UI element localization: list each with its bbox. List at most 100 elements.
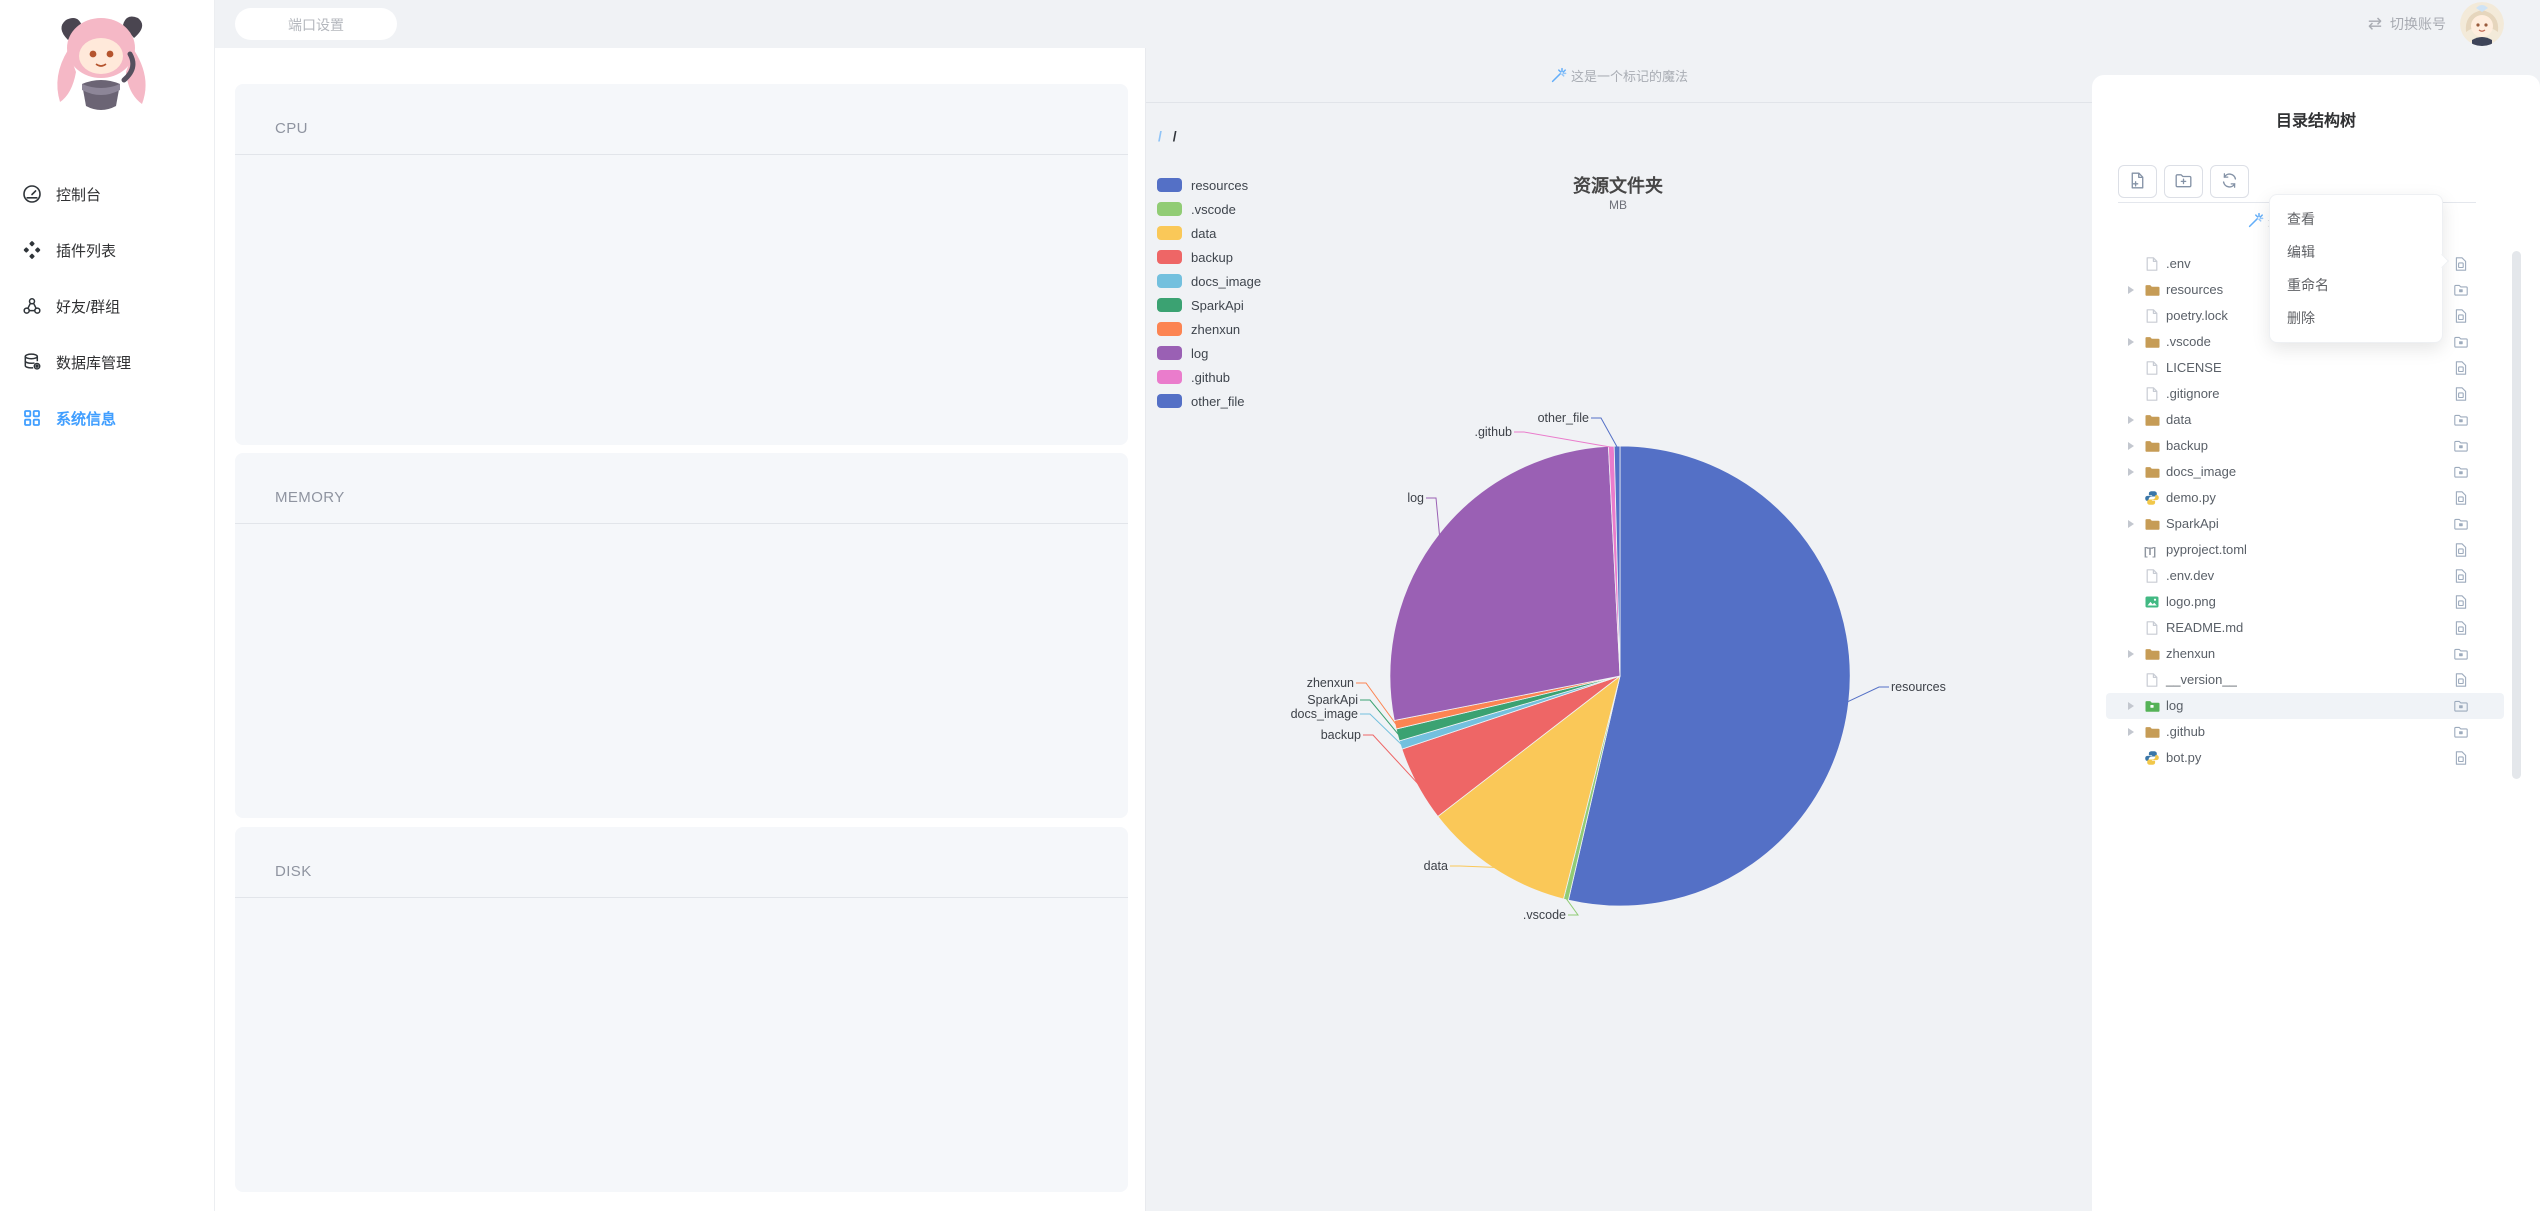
new-file-button[interactable] (2118, 165, 2157, 198)
expand-caret-icon[interactable] (2128, 468, 2134, 476)
sidebar: 控制台插件列表好友/群组数据库管理系统信息 (0, 0, 215, 1211)
copy-icon[interactable] (2453, 490, 2469, 506)
tree-row-pyproject.toml[interactable]: [T] pyproject.toml (2092, 537, 2540, 563)
pie-label-line (1450, 865, 1495, 868)
switch-account-icon: ⇄ (2367, 14, 2382, 33)
section-divider (1146, 102, 2092, 103)
sidebar-item-console[interactable]: 控制台 (0, 166, 215, 222)
copy-icon[interactable] (2453, 594, 2469, 610)
context-menu-item-1[interactable]: 查看 (2270, 203, 2442, 236)
card-cpu: CPU (235, 84, 1128, 445)
port-settings-button[interactable]: 端口设置 (235, 8, 397, 40)
tree-row-demo.py[interactable]: demo.py (2092, 485, 2540, 511)
tooltip-text: 这是一个标记的魔法 (1570, 68, 1688, 84)
copy-icon[interactable] (2453, 256, 2469, 272)
copy-icon[interactable] (2453, 672, 2469, 688)
file-icon (2144, 308, 2160, 324)
tree-row-__version__[interactable]: __version__ (2092, 667, 2540, 693)
tree-node-label: logo.png (2166, 594, 2216, 609)
tree-row-zhenxun[interactable]: zhenxun (2092, 641, 2540, 667)
tree-row-.gitignore[interactable]: .gitignore (2092, 381, 2540, 407)
pie-label: zhenxun (1307, 676, 1354, 690)
new-folder-icon (2174, 171, 2193, 193)
tree-row-.env.dev[interactable]: .env.dev (2092, 563, 2540, 589)
switch-account-button[interactable]: 切换账号 (2390, 14, 2446, 34)
copy-icon[interactable] (2453, 568, 2469, 584)
context-menu-item-4[interactable]: 删除 (2270, 302, 2442, 335)
context-menu-item-3[interactable]: 重命名 (2270, 269, 2442, 302)
tree-row-.github[interactable]: .github (2092, 719, 2540, 745)
copy-icon[interactable] (2453, 698, 2469, 714)
tree-node-label: data (2166, 412, 2192, 427)
tree-row-docs_image[interactable]: docs_image (2092, 459, 2540, 485)
expand-caret-icon[interactable] (2128, 286, 2134, 294)
copy-icon[interactable] (2453, 750, 2469, 766)
copy-icon[interactable] (2453, 360, 2469, 376)
copy-icon[interactable] (2453, 282, 2469, 298)
context-menu-item-2[interactable]: 编辑 (2270, 236, 2442, 269)
pie-label: log (1407, 491, 1424, 505)
tree-row-logo.png[interactable]: logo.png (2092, 589, 2540, 615)
pie-chart: resources .vscode data backup docs_image Spar… (1146, 160, 2090, 960)
copy-icon[interactable] (2453, 464, 2469, 480)
refresh-icon (2220, 171, 2239, 193)
copy-icon[interactable] (2453, 386, 2469, 402)
copy-icon[interactable] (2453, 308, 2469, 324)
copy-icon[interactable] (2453, 724, 2469, 740)
tree-row-backup[interactable]: backup (2092, 433, 2540, 459)
grid-icon (22, 408, 42, 428)
user-avatar[interactable] (2460, 2, 2504, 46)
expand-caret-icon[interactable] (2128, 728, 2134, 736)
sidebar-item-database[interactable]: 数据库管理 (0, 334, 215, 390)
breadcrumb-root-link[interactable]: / (1158, 128, 1162, 144)
tree-row-data[interactable]: data (2092, 407, 2540, 433)
copy-icon[interactable] (2453, 516, 2469, 532)
bot-logo (38, 10, 168, 122)
tree-row-SparkApi[interactable]: SparkApi (2092, 511, 2540, 537)
tree-node-label: pyproject.toml (2166, 542, 2247, 557)
tree-node-label: .github (2166, 724, 2206, 739)
expand-caret-icon[interactable] (2128, 416, 2134, 424)
pie-slice-log[interactable] (1389, 445, 1621, 721)
sidebar-item-system[interactable]: 系统信息 (0, 390, 215, 446)
new-folder-button[interactable] (2164, 165, 2203, 198)
sidebar-item-label: 好友/群组 (56, 298, 121, 316)
copy-icon[interactable] (2453, 620, 2469, 636)
expand-caret-icon[interactable] (2128, 338, 2134, 346)
tree-node-label: README.md (2166, 620, 2244, 635)
refresh-button[interactable] (2210, 165, 2249, 198)
sidebar-item-label: 插件列表 (56, 242, 117, 260)
pie-label: other_file (1538, 411, 1589, 425)
panel-title: 目录结构树 (2275, 113, 2356, 130)
pie-label-line (1591, 417, 1618, 448)
expand-caret-icon[interactable] (2128, 442, 2134, 450)
app-window: 控制台 插件列表 好友/群组 数据库管理 系统信息 端口设置 ⇄ 切换账号 CP… (0, 0, 2540, 1211)
copy-icon[interactable] (2453, 334, 2469, 350)
sidebar-item-plugins[interactable]: 插件列表 (0, 222, 215, 278)
card-header-divider (235, 154, 1128, 155)
folder-icon (2144, 282, 2160, 298)
copy-icon[interactable] (2453, 542, 2469, 558)
database-icon (22, 352, 42, 372)
tree-node-label: .env (2166, 256, 2191, 271)
sidebar-item-label: 数据库管理 (56, 354, 132, 372)
tree-scrollbar[interactable] (2512, 251, 2521, 779)
copy-icon[interactable] (2453, 438, 2469, 454)
tree-row-README.md[interactable]: README.md (2092, 615, 2540, 641)
tree-row-bot.py[interactable]: bot.py (2092, 745, 2540, 771)
breadcrumb-separator: / (1172, 128, 1177, 144)
expand-caret-icon[interactable] (2128, 520, 2134, 528)
expand-caret-icon[interactable] (2128, 650, 2134, 658)
expand-caret-icon[interactable] (2128, 702, 2134, 710)
pie-label-line (1847, 686, 1889, 703)
sidebar-item-friends[interactable]: 好友/群组 (0, 278, 215, 334)
context-menu: 查看 编辑 重命名 删除 (2269, 194, 2450, 343)
pie-label: data (1424, 859, 1448, 873)
tree-node-label: backup (2166, 438, 2208, 453)
copy-icon[interactable] (2453, 412, 2469, 428)
tree-row-LICENSE[interactable]: LICENSE (2092, 355, 2540, 381)
tree-row-log[interactable]: log (2092, 693, 2540, 719)
copy-icon[interactable] (2453, 646, 2469, 662)
tree-node-label: poetry.lock (2166, 308, 2228, 323)
magic-wand-icon (1551, 67, 1567, 82)
